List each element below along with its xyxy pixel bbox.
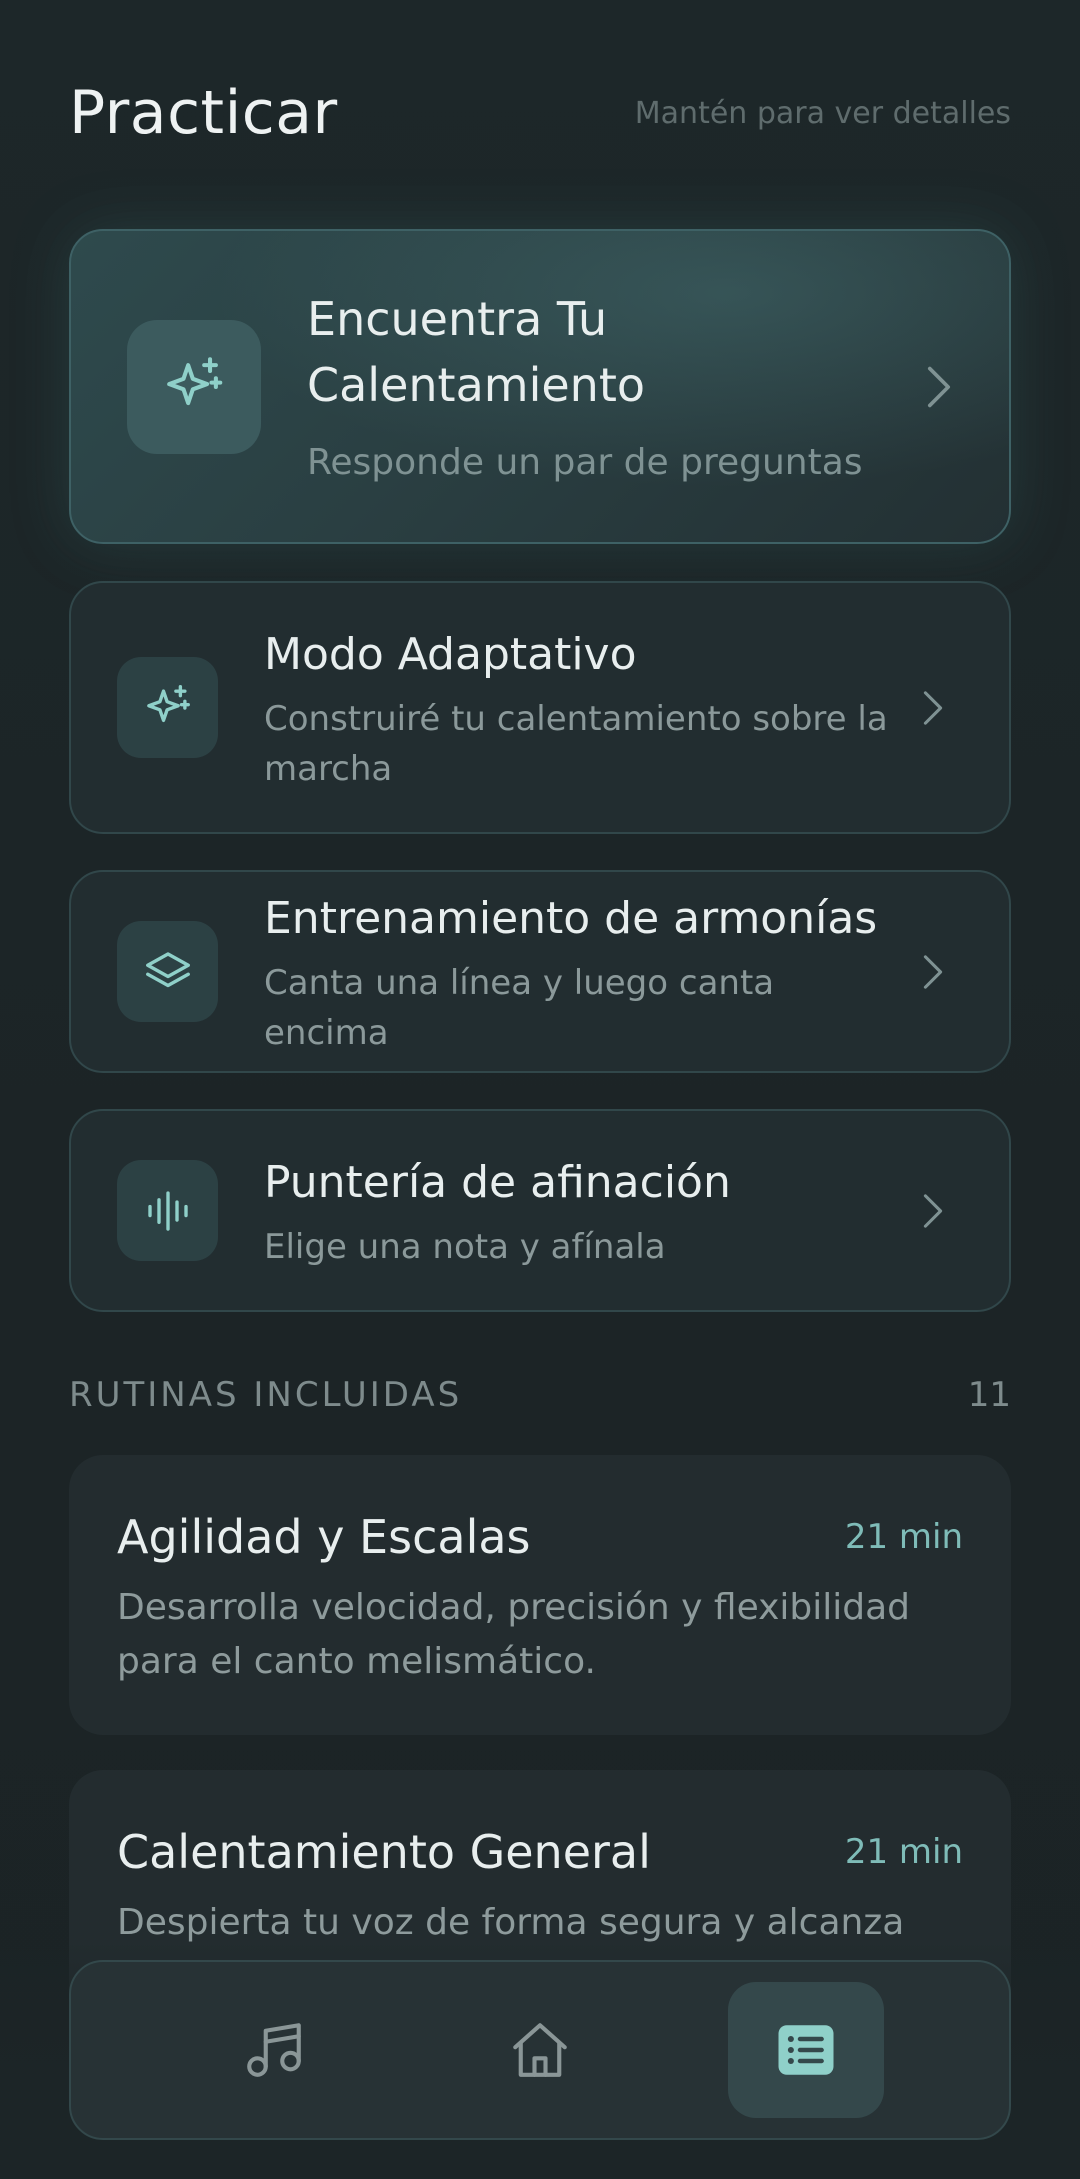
page-title: Practicar bbox=[69, 78, 338, 148]
nav-item-home[interactable] bbox=[462, 1982, 618, 2118]
hold-hint: Mantén para ver detalles bbox=[634, 95, 1011, 131]
chevron-right-icon bbox=[919, 357, 959, 417]
sparkles-icon bbox=[146, 684, 190, 722]
nav-item-music[interactable] bbox=[196, 1982, 352, 2118]
featured-subtitle: Responde un par de preguntas bbox=[307, 441, 863, 483]
pitch-title: Puntería de afinación bbox=[264, 1156, 731, 1208]
practice-screen: Practicar Mantén para ver detalles Encue… bbox=[0, 0, 1080, 2179]
featured-title: Encuentra Tu Calentamiento bbox=[307, 291, 645, 412]
adaptive-text: Modo Adaptativo Construiré tu calentamie… bbox=[218, 622, 913, 794]
adaptive-icon-box bbox=[117, 657, 218, 758]
harmony-text: Entrenamiento de armonías Canta una líne… bbox=[218, 886, 913, 1058]
pitch-subtitle: Elige una nota y afínala bbox=[264, 1226, 666, 1267]
adaptive-subtitle: Construiré tu calentamiento sobre la mar… bbox=[264, 698, 888, 789]
routine-head: Agilidad y Escalas 21 min bbox=[117, 1507, 963, 1567]
routine-description: Desarrolla velocidad, precisión y flexib… bbox=[117, 1587, 911, 1682]
featured-text: Encuentra Tu Calentamiento Responde un p… bbox=[261, 286, 919, 488]
waveform-icon bbox=[147, 1190, 188, 1231]
routines-section-header: RUTINAS INCLUIDAS 11 bbox=[69, 1370, 1011, 1420]
routine-title: Agilidad y Escalas bbox=[117, 1510, 531, 1564]
pitch-text: Puntería de afinación Elige una nota y a… bbox=[218, 1150, 913, 1272]
list-icon bbox=[778, 2025, 834, 2075]
routine-card-agility[interactable]: Agilidad y Escalas 21 min Desarrolla vel… bbox=[69, 1455, 1011, 1735]
harmony-training-card[interactable]: Entrenamiento de armonías Canta una líne… bbox=[69, 870, 1011, 1073]
layers-icon bbox=[145, 951, 190, 987]
routine-head: Calentamiento General 21 min bbox=[117, 1822, 963, 1882]
chevron-right-icon bbox=[913, 1181, 953, 1241]
bottom-nav bbox=[69, 1960, 1011, 2140]
adaptive-mode-card[interactable]: Modo Adaptativo Construiré tu calentamie… bbox=[69, 581, 1011, 834]
harmony-icon-box bbox=[117, 921, 218, 1022]
chevron-right-icon bbox=[913, 942, 953, 1002]
sparkles-icon bbox=[167, 356, 223, 405]
featured-icon-box bbox=[127, 319, 261, 454]
pitch-icon-box bbox=[117, 1160, 218, 1261]
home-icon bbox=[513, 2023, 567, 2077]
header: Practicar Mantén para ver detalles bbox=[69, 72, 1011, 154]
pitch-accuracy-card[interactable]: Puntería de afinación Elige una nota y a… bbox=[69, 1109, 1011, 1312]
routines-section-label: RUTINAS INCLUIDAS bbox=[69, 1375, 463, 1415]
find-warmup-card[interactable]: Encuentra Tu Calentamiento Responde un p… bbox=[69, 229, 1011, 544]
adaptive-title: Modo Adaptativo bbox=[264, 628, 637, 680]
music-note-icon bbox=[247, 2023, 301, 2077]
routines-count: 11 bbox=[967, 1375, 1011, 1415]
nav-item-practice[interactable] bbox=[728, 1982, 884, 2118]
harmony-title: Entrenamiento de armonías bbox=[264, 892, 878, 944]
routine-title: Calentamiento General bbox=[117, 1825, 651, 1879]
routine-duration: 21 min bbox=[844, 1517, 963, 1557]
routine-duration: 21 min bbox=[844, 1832, 963, 1872]
harmony-subtitle: Canta una línea y luego canta encima bbox=[264, 962, 775, 1053]
chevron-right-icon bbox=[913, 678, 953, 738]
